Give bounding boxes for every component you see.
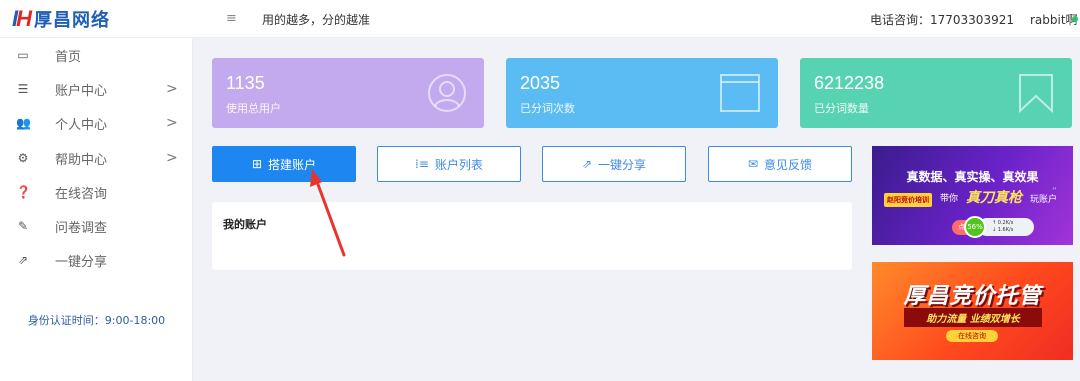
ad-highlight: 真刀真枪 [966, 190, 1022, 206]
upload-rate: ↑ 0.2K/s [992, 220, 1014, 226]
sidebar-item-label: 问卷调查 [55, 220, 108, 236]
sidebar: ▭ 首页 ☰ 账户中心 > 👥 个人中心 > ⚙ 帮助中心 > ❓ 在线咨询 ✎… [0, 38, 193, 381]
user-circle-icon [428, 74, 466, 112]
ad-subheadline: 助力流量 业绩双增长 [904, 308, 1042, 327]
stat-card-segment-volume: 6212238 已分词数量 [800, 58, 1072, 128]
list-ol-icon: ⁞≡ [415, 157, 429, 171]
chevron-right-icon: > [166, 81, 178, 97]
sidebar-item-help-center[interactable]: ⚙ 帮助中心 > [0, 141, 193, 175]
share-icon: ⇗ [17, 253, 29, 267]
sidebar-item-label: 个人中心 [55, 117, 108, 133]
ad-headline: 真数据、真实操、真效果 [906, 170, 1039, 184]
speed-gauge: 56% [964, 216, 986, 238]
logo-mark: IH [12, 6, 32, 31]
ad-tag: 赵阳竞价培训 [884, 193, 932, 207]
window-icon [720, 74, 760, 112]
sidebar-item-home[interactable]: ▭ 首页 [0, 38, 193, 72]
laptop-icon: ▭ [17, 48, 29, 62]
button-label: 意见反馈 [764, 157, 813, 172]
slogan-text: 用的越多，分的越准 [262, 13, 371, 27]
stat-label: 已分词次数 [520, 102, 575, 115]
hamburger-icon[interactable]: ≡ [226, 11, 237, 26]
button-label: 账户列表 [434, 157, 483, 172]
phone-contact: 电话咨询：17703303921 [870, 13, 1014, 27]
stat-value: 2035 [520, 73, 561, 93]
sidebar-item-personal-center[interactable]: 👥 个人中心 > [0, 106, 193, 140]
one-click-share-button[interactable]: ⇗ 一键分享 [542, 146, 686, 182]
sidebar-item-label: 首页 [55, 49, 82, 65]
ad-headline: 厚昌竞价托管 [903, 284, 1042, 309]
share-square-icon: ⇗ [581, 157, 593, 171]
question-icon: ❓ [16, 185, 31, 199]
sidebar-item-survey[interactable]: ✎ 问卷调查 [0, 209, 193, 243]
download-rate: ↓ 1.6K/s [992, 227, 1014, 233]
ad-text: 玩账户 [1030, 195, 1058, 205]
account-list-button[interactable]: ⁞≡ 账户列表 [377, 146, 521, 182]
auth-time-text: 身份认证时间：9:00-18:00 [27, 314, 166, 327]
annotation-arrow [310, 169, 346, 257]
sidebar-item-label: 账户中心 [55, 83, 108, 99]
sidebar-item-label: 帮助中心 [55, 152, 108, 168]
ad-text: 带你 [940, 194, 959, 204]
plus-square-icon: ⊞ [251, 157, 263, 171]
cogs-icon: ⚙ [17, 151, 29, 165]
brand-logo[interactable]: IH 厚昌网络 [12, 6, 110, 32]
users-icon: 👥 [16, 116, 31, 130]
top-bar: IH 厚昌网络 ≡ 用的越多，分的越准 电话咨询：17703303921 rab… [0, 0, 1080, 38]
stat-value: 6212238 [814, 73, 885, 93]
user-menu[interactable]: rabbit啊 [1030, 11, 1078, 28]
sidebar-item-online-consult[interactable]: ❓ 在线咨询 [0, 175, 193, 209]
stat-card-segment-count: 2035 已分词次数 [506, 58, 778, 128]
hosting-ad-banner[interactable]: 厚昌竞价托管 助力流量 业绩双增长 在线咨询 [872, 262, 1073, 360]
panel-title: 我的账户 [223, 218, 267, 231]
stat-label: 已分词数量 [814, 102, 869, 115]
list-icon: ☰ [17, 82, 29, 96]
training-ad-banner[interactable]: 真数据、真实操、真效果 “ 赵阳竞价培训 带你 真刀真枪 玩账户 点击咨询 56… [872, 146, 1073, 245]
chevron-right-icon: > [166, 150, 178, 166]
ad-consult-button[interactable]: 在线咨询 [946, 330, 998, 342]
chevron-right-icon: > [166, 115, 178, 131]
online-status-dot [1072, 16, 1078, 22]
envelope-icon: ✉ [747, 157, 759, 171]
stat-label: 使用总用户 [226, 102, 281, 115]
sidebar-item-share[interactable]: ⇗ 一键分享 [0, 243, 193, 277]
sidebar-item-label: 一键分享 [55, 254, 108, 270]
stat-card-total-users: 1135 使用总用户 [212, 58, 484, 128]
logo-text: 厚昌网络 [34, 10, 111, 31]
feedback-button[interactable]: ✉ 意见反馈 [708, 146, 852, 182]
sidebar-item-account-center[interactable]: ☰ 账户中心 > [0, 72, 193, 106]
sidebar-item-label: 在线咨询 [55, 186, 108, 202]
button-label: 一键分享 [598, 157, 647, 172]
stat-value: 1135 [226, 73, 265, 93]
speed-rates: ↑ 0.2K/s ↓ 1.6K/s [992, 220, 1013, 234]
edit-icon: ✎ [17, 219, 29, 233]
bookmark-icon [1019, 74, 1053, 114]
